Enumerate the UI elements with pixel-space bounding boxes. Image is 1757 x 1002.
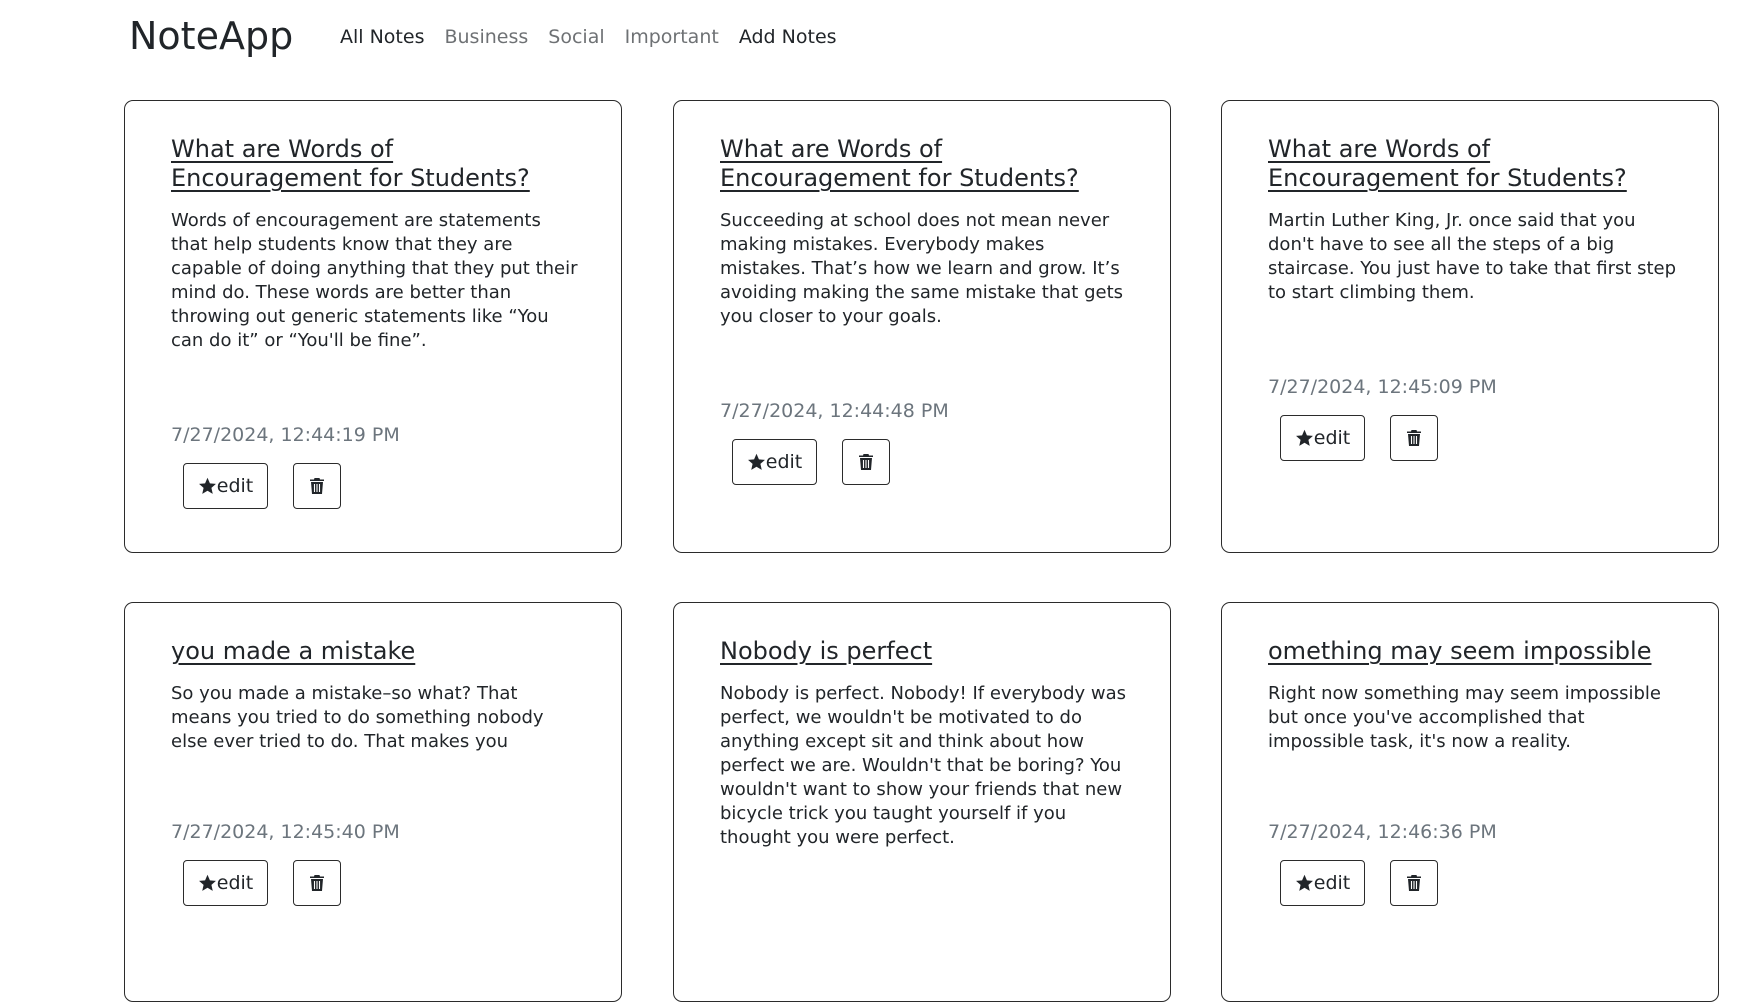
trash-icon bbox=[310, 875, 324, 891]
note-card: What are Words of Encouragement for Stud… bbox=[1221, 100, 1719, 553]
note-title[interactable]: What are Words of Encouragement for Stud… bbox=[1268, 135, 1678, 193]
card-body: What are Words of Encouragement for Stud… bbox=[1268, 135, 1678, 305]
trash-icon bbox=[1407, 875, 1421, 891]
navbar: NoteApp All Notes Business Social Import… bbox=[0, 0, 1757, 78]
trash-icon bbox=[310, 478, 324, 494]
edit-label: edit bbox=[1313, 872, 1351, 894]
note-card: What are Words of Encouragement for Stud… bbox=[124, 100, 622, 553]
note-text: Right now something may seem impossible … bbox=[1268, 683, 1661, 752]
note-date: 7/27/2024, 12:45:09 PM bbox=[1268, 376, 1497, 398]
edit-label: edit bbox=[765, 451, 803, 473]
star-icon bbox=[747, 453, 765, 470]
nav-business[interactable]: Business bbox=[444, 26, 528, 48]
edit-button[interactable]: edit bbox=[183, 860, 268, 906]
note-title[interactable]: you made a mistake bbox=[171, 637, 581, 666]
card-body: What are Words of Encouragement for Stud… bbox=[171, 135, 581, 353]
card-body: What are Words of Encouragement for Stud… bbox=[720, 135, 1130, 329]
star-icon bbox=[198, 874, 216, 891]
delete-button[interactable] bbox=[293, 463, 341, 509]
edit-button[interactable]: edit bbox=[183, 463, 268, 509]
edit-button[interactable]: edit bbox=[1280, 415, 1365, 461]
note-text: Martin Luther King, Jr. once said that y… bbox=[1268, 210, 1677, 303]
note-date: 7/27/2024, 12:45:40 PM bbox=[171, 821, 400, 843]
edit-button[interactable]: edit bbox=[732, 439, 817, 485]
delete-button[interactable] bbox=[842, 439, 890, 485]
note-title[interactable]: omething may seem impossible bbox=[1268, 637, 1678, 666]
nav-important[interactable]: Important bbox=[625, 26, 719, 48]
nav-all-notes[interactable]: All Notes bbox=[340, 26, 424, 48]
star-icon bbox=[198, 477, 216, 494]
edit-label: edit bbox=[216, 872, 254, 894]
edit-button[interactable]: edit bbox=[1280, 860, 1365, 906]
delete-button[interactable] bbox=[1390, 860, 1438, 906]
trash-icon bbox=[1407, 430, 1421, 446]
note-date: 7/27/2024, 12:44:19 PM bbox=[171, 424, 400, 446]
note-date: 7/27/2024, 12:44:48 PM bbox=[720, 400, 949, 422]
note-card: Nobody is perfect Nobody is perfect. Nob… bbox=[673, 602, 1171, 1002]
note-title[interactable]: What are Words of Encouragement for Stud… bbox=[171, 135, 581, 193]
note-title[interactable]: What are Words of Encouragement for Stud… bbox=[720, 135, 1130, 193]
edit-label: edit bbox=[216, 475, 254, 497]
card-body: Nobody is perfect Nobody is perfect. Nob… bbox=[720, 637, 1130, 850]
card-body: you made a mistake So you made a mistake… bbox=[171, 637, 581, 754]
note-date: 7/27/2024, 12:46:36 PM bbox=[1268, 821, 1497, 843]
nav-add-notes[interactable]: Add Notes bbox=[739, 26, 837, 48]
note-card: What are Words of Encouragement for Stud… bbox=[673, 100, 1171, 553]
delete-button[interactable] bbox=[1390, 415, 1438, 461]
card-body: omething may seem impossible Right now s… bbox=[1268, 637, 1678, 754]
trash-icon bbox=[859, 454, 873, 470]
note-text: So you made a mistake–so what? That mean… bbox=[171, 683, 544, 752]
note-card: omething may seem impossible Right now s… bbox=[1221, 602, 1719, 1002]
star-icon bbox=[1295, 874, 1313, 891]
edit-label: edit bbox=[1313, 427, 1351, 449]
note-text: Nobody is perfect. Nobody! If everybody … bbox=[720, 683, 1127, 848]
note-title[interactable]: Nobody is perfect bbox=[720, 637, 1130, 666]
nav-links: All Notes Business Social Important Add … bbox=[340, 26, 837, 48]
note-text: Succeeding at school does not mean never… bbox=[720, 210, 1124, 327]
app-brand[interactable]: NoteApp bbox=[129, 14, 293, 58]
delete-button[interactable] bbox=[293, 860, 341, 906]
note-card: you made a mistake So you made a mistake… bbox=[124, 602, 622, 1002]
star-icon bbox=[1295, 429, 1313, 446]
note-text: Words of encouragement are statements th… bbox=[171, 210, 578, 351]
nav-social[interactable]: Social bbox=[548, 26, 604, 48]
